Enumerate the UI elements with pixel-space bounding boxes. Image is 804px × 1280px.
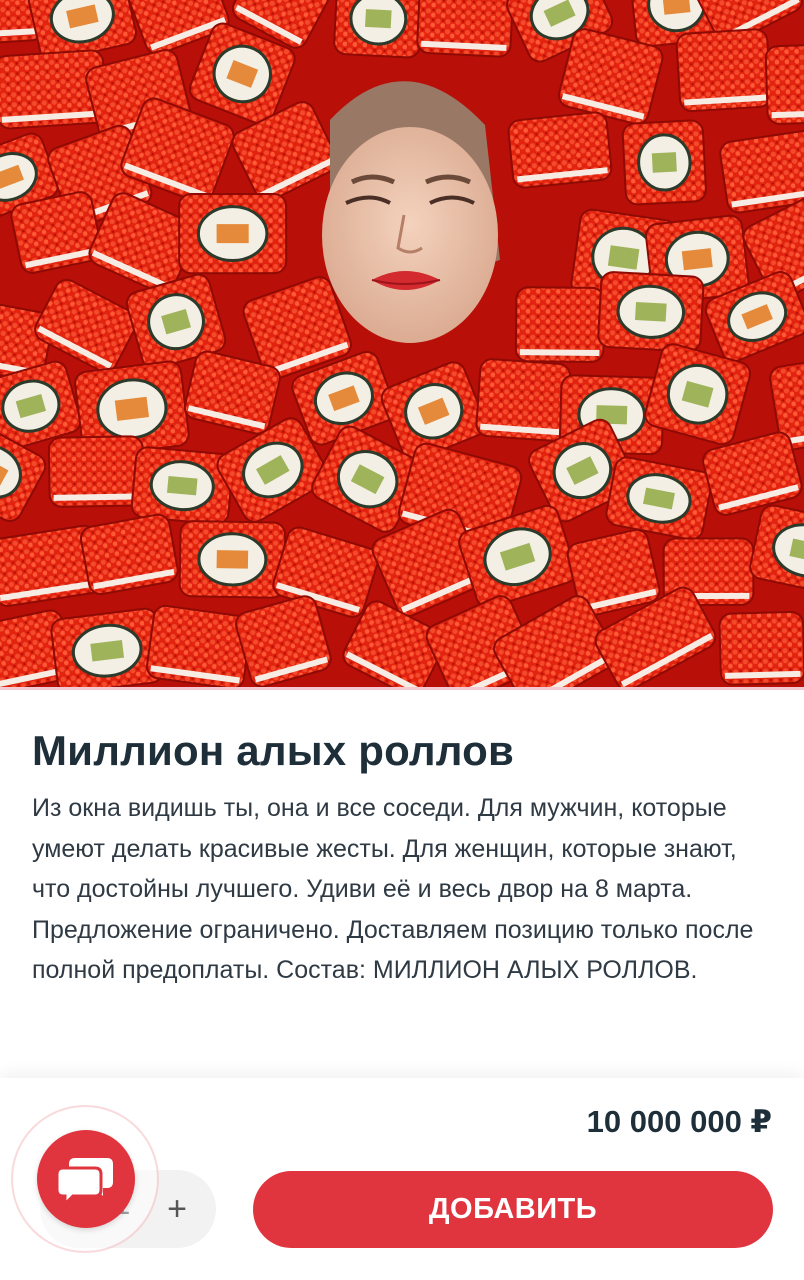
chat-bubbles-icon: [57, 1158, 113, 1206]
product-description: Из окна видишь ты, она и все соседи. Для…: [32, 794, 754, 984]
chat-button[interactable]: [37, 1130, 135, 1228]
product-info: Миллион алых роллов Из окна видишь ты, о…: [32, 724, 772, 991]
add-to-cart-button[interactable]: ДОБАВИТЬ: [253, 1171, 773, 1248]
face-illustration: [322, 81, 500, 343]
plus-icon[interactable]: +: [152, 1184, 202, 1234]
product-title: Миллион алых роллов: [32, 727, 514, 774]
product-price: 10 000 000 ₽: [586, 1104, 772, 1139]
product-image: [0, 0, 804, 690]
